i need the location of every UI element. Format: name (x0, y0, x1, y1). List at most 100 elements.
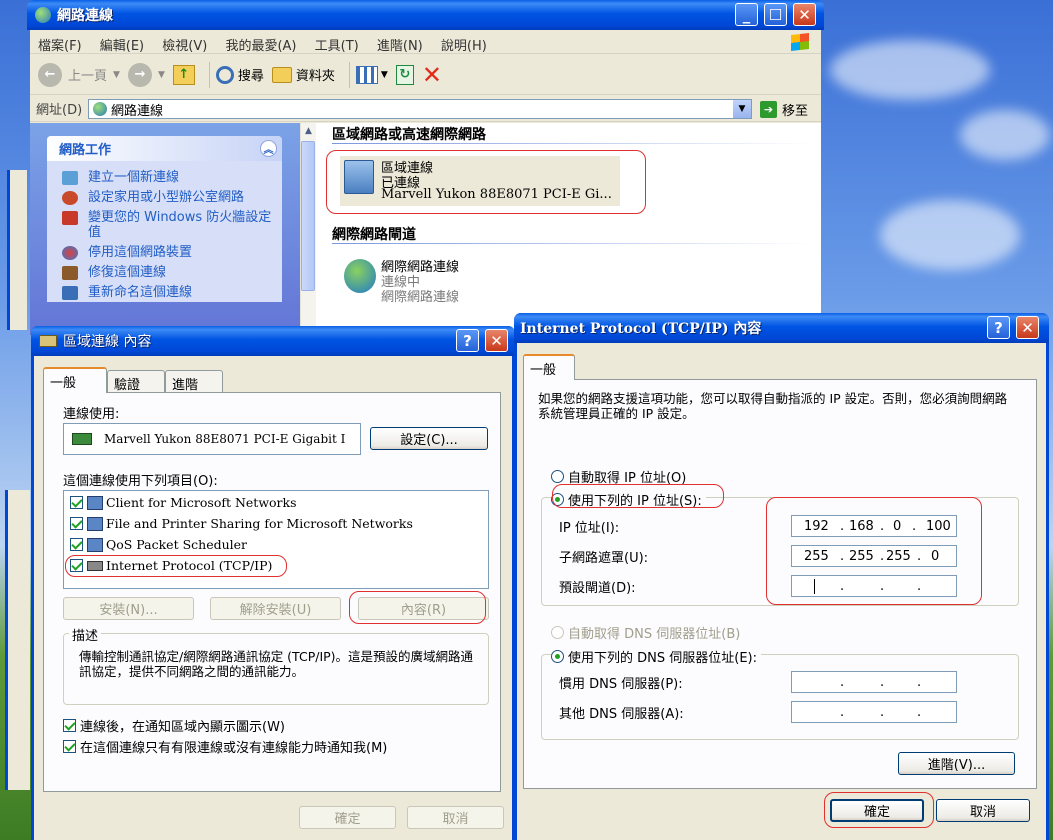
address-dropdown[interactable]: ▼ (733, 100, 751, 118)
manual-dns-option[interactable]: 使用下列的 DNS 伺服器位址(E): (551, 647, 761, 666)
scroll-up-arrow[interactable]: ▲ (301, 123, 316, 139)
notify-limited-option[interactable]: 在這個連線只有有限連線或沒有連線能力時通知我(M) (63, 737, 387, 756)
menu-edit[interactable]: 編輯(E) (100, 35, 144, 54)
refresh-button[interactable]: ↻ (395, 64, 414, 85)
back-arrow-icon: ← (38, 62, 62, 87)
minimize-button[interactable]: _ (735, 3, 758, 26)
close-button[interactable]: ✕ (1016, 316, 1039, 339)
list-item[interactable]: File and Printer Sharing for Microsoft N… (70, 516, 413, 531)
help-button[interactable]: ? (456, 329, 479, 352)
component-checkbox[interactable] (70, 559, 83, 572)
delete-x-icon: ✕ (421, 60, 442, 89)
tab-authentication[interactable]: 驗證 (107, 370, 165, 393)
ip-address-field[interactable]: 192. 168. 0. 100 (791, 515, 957, 537)
network-tasks-header[interactable]: 網路工作 ︽ (47, 136, 282, 161)
network-card-icon (72, 433, 92, 445)
rename-icon (62, 286, 78, 300)
alternate-dns-field[interactable]: ... (791, 701, 957, 723)
up-folder-icon: ↑ (172, 64, 195, 85)
description-text: 傳輸控制通訊協定/網際網路通訊協定 (TCP/IP)。這是預設的廣域網路通訊協定… (79, 649, 474, 679)
manual-ip-option[interactable]: 使用下列的 IP 位址(S): (551, 490, 706, 509)
tab-general[interactable]: 一般 (43, 367, 107, 393)
cancel-button[interactable]: 取消 (936, 799, 1030, 822)
install-button[interactable]: 安裝(N)... (63, 597, 194, 620)
new-connection-icon (62, 171, 78, 185)
close-button[interactable]: ✕ (793, 3, 816, 26)
menu-help[interactable]: 說明(H) (441, 35, 487, 54)
folders-button[interactable]: 資料夾 (271, 65, 335, 84)
background-window (5, 490, 30, 790)
sidebar-item-disable[interactable]: 停用這個網路裝置 (47, 242, 282, 262)
client-icon (87, 495, 103, 510)
views-button[interactable]: ▼ (355, 65, 388, 84)
auto-ip-option[interactable]: 自動取得 IP 位址(O) (551, 467, 686, 486)
configure-button[interactable]: 設定(C)... (370, 427, 488, 450)
search-button[interactable]: 搜尋 (215, 65, 264, 84)
uninstall-button[interactable]: 解除安裝(U) (210, 597, 341, 620)
lan-connection-item[interactable]: 區域連線 已連線 Marvell Yukon 88E8071 PCI-E Gi.… (340, 156, 620, 206)
search-icon (215, 65, 234, 84)
cancel-button[interactable]: 取消 (407, 806, 504, 829)
sidebar-item-rename[interactable]: 重新命名這個連線 (47, 282, 282, 302)
close-button[interactable]: ✕ (485, 329, 508, 352)
sidebar-item-firewall[interactable]: 變更您的 Windows 防火牆設定值 (47, 207, 282, 242)
menu-tools[interactable]: 工具(T) (315, 35, 359, 54)
tcpip-general-panel: 如果您的網路支援這項功能，您可以取得自動指派的 IP 設定。否則，您必須詢問網路… (523, 379, 1037, 789)
sidebar-item-repair[interactable]: 修復這個連線 (47, 262, 282, 282)
advanced-button[interactable]: 進階(V)... (898, 752, 1015, 775)
ok-button[interactable]: 確定 (299, 806, 396, 829)
menu-file[interactable]: 檔案(F) (38, 35, 82, 54)
internet-connection-item[interactable]: 網際網路連線 連線中 網際網路連線 (340, 255, 600, 305)
forward-arrow-icon: → (127, 62, 152, 87)
delete-button[interactable]: ✕ (421, 60, 442, 89)
go-arrow-icon: ➔ (760, 101, 777, 118)
menu-favorites[interactable]: 我的最愛(A) (225, 35, 296, 54)
tab-advanced[interactable]: 進階 (165, 370, 223, 393)
home-network-icon (62, 191, 78, 205)
component-checkbox[interactable] (70, 496, 83, 509)
menu-view[interactable]: 檢視(V) (162, 35, 207, 54)
network-icon (93, 102, 107, 116)
components-list[interactable]: Client for Microsoft Networks File and P… (63, 490, 489, 589)
list-item[interactable]: Client for Microsoft Networks (70, 495, 297, 510)
up-folder-button[interactable]: ↑ (172, 64, 195, 85)
default-gateway-field[interactable]: ... (791, 575, 957, 597)
scroll-thumb[interactable] (301, 141, 315, 291)
forward-button[interactable]: → ▼ (127, 62, 165, 87)
sidebar-item-new-connection[interactable]: 建立一個新連線 (47, 167, 282, 187)
firewall-icon (62, 211, 78, 225)
collapse-chevron-icon[interactable]: ︽ (260, 140, 277, 157)
wrench-icon (62, 266, 78, 280)
properties-button[interactable]: 內容(R) (358, 597, 489, 620)
notify-icon-option[interactable]: 連線後，在通知區域內顯示圖示(W) (63, 716, 285, 735)
qos-icon (87, 537, 103, 552)
back-button[interactable]: ← 上一頁 ▼ (38, 62, 120, 87)
auto-dns-option[interactable]: 自動取得 DNS 伺服器位址(B) (551, 623, 740, 642)
background-window (7, 170, 27, 330)
subnet-mask-field[interactable]: 255. 255. 255. 0 (791, 545, 957, 567)
explorer-titlebar[interactable]: 網路連線 (27, 0, 824, 30)
network-icon (35, 7, 51, 23)
list-item[interactable]: QoS Packet Scheduler (70, 537, 247, 552)
address-input[interactable]: 網路連線 ▼ (88, 99, 752, 119)
lan-section-header: 區域網路或高速網際網路 (332, 127, 486, 143)
sharing-icon (87, 516, 103, 531)
component-checkbox[interactable] (70, 538, 83, 551)
folder-icon (271, 66, 292, 83)
maximize-button[interactable]: ☐ (764, 3, 787, 26)
tcpip-dialog-titlebar[interactable]: Internet Protocol (TCP/IP) 內容 (514, 313, 1049, 343)
menu-advanced[interactable]: 進階(N) (377, 35, 423, 54)
preferred-dns-field[interactable]: ... (791, 671, 957, 693)
windows-logo-icon (791, 33, 809, 51)
ok-button[interactable]: 確定 (830, 799, 924, 822)
help-button[interactable]: ? (987, 316, 1010, 339)
list-item[interactable]: Internet Protocol (TCP/IP) (70, 558, 272, 573)
tab-general[interactable]: 一般 (523, 354, 575, 380)
vertical-scrollbar[interactable]: ▲ (300, 123, 316, 335)
general-panel: 連線使用: Marvell Yukon 88E8071 PCI-E Gigabi… (43, 392, 501, 792)
component-checkbox[interactable] (70, 517, 83, 530)
lan-dialog-titlebar[interactable]: 區域連線 內容 (31, 326, 515, 356)
sidebar: 網路工作 ︽ 建立一個新連線 設定家用或小型辦公室網路 變更您的 Windows… (30, 123, 300, 335)
go-button[interactable]: ➔ 移至 (760, 100, 808, 119)
sidebar-item-home-network[interactable]: 設定家用或小型辦公室網路 (47, 187, 282, 207)
